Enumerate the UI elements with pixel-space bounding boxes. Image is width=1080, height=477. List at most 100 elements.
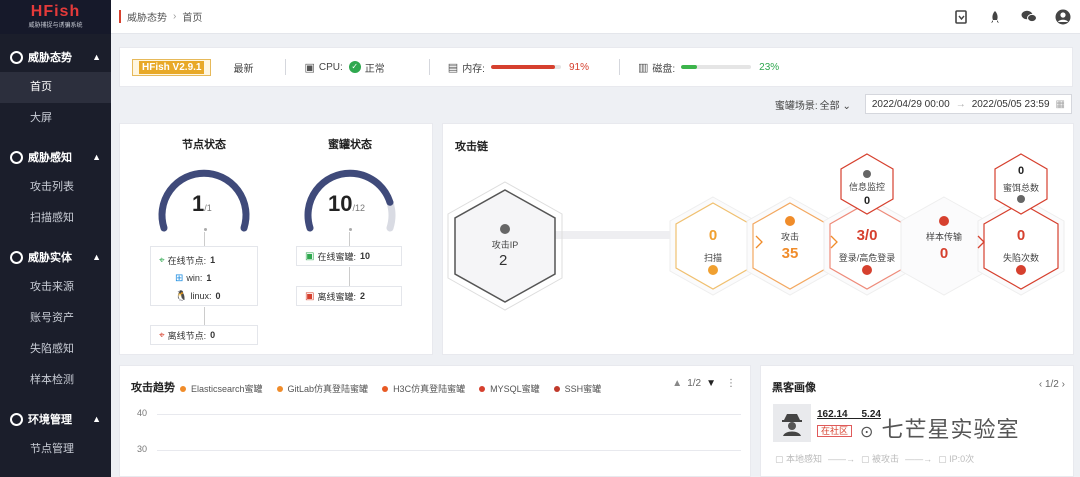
date-range-picker[interactable]: 2022/04/29 00:00 → 2022/05/05 23:59 ▦ [864,94,1072,114]
topbar: 威胁态势 › 首页 [111,0,1080,34]
sidebar-item-scan-perception[interactable]: 扫描感知 [0,203,111,234]
more-icon[interactable]: ⋮ [726,378,736,389]
attack-ip-label: 攻击IP [491,240,519,250]
sidebar-item-attack-source[interactable]: 攻击来源 [0,272,111,303]
legend-label: SSH蜜罐 [564,384,602,394]
memory-label: 内存: [462,63,485,75]
memory-icon: ▤ [447,61,459,74]
nav-group-label: 威胁实体 [28,252,72,264]
honeypot-gauge-value: 10/12 [328,191,365,216]
legend-dot [276,385,283,392]
user-avatar-icon[interactable] [1046,0,1080,34]
sidebar-item-home[interactable]: 首页 [0,72,111,103]
scan-value: 0 [708,227,718,244]
memory-percent: 91% [568,61,589,73]
logo-subtitle: 威胁捕捉与诱骗系统 [28,23,83,29]
chevron-left-icon: ‹ [1038,379,1043,390]
hacker-tag: 在社区 [817,424,853,437]
sidebar-item-sample-check[interactable]: 样本检测 [0,365,111,396]
node-status-title: 节点状态 [182,139,226,151]
divider [618,59,620,75]
date-to[interactable]: 2022/05/05 23:59 [972,99,1050,110]
sidebar-item-bigscreen[interactable]: 大屏 [0,103,111,134]
version-badge: HFish V2.9.1 [132,58,212,76]
scene-select[interactable]: 全部 ⌄ [820,97,851,112]
node-gauge-value: 1/1 [192,191,212,216]
sidebar-item-attack-list[interactable]: 攻击列表 [0,172,111,203]
sidebar-item-node-management[interactable]: 节点管理 [0,434,111,465]
document-icon[interactable] [944,0,978,34]
disk-status: ▥ 磁盘: 23% [638,60,779,75]
attack-value: 35 [781,245,799,262]
nav-group-label: 威胁感知 [28,152,72,164]
sidebar-item-account-assets[interactable]: 账号资产 [0,303,111,334]
honeypot-icon: ▣ [305,250,315,262]
honeypot-icon: ▣ [305,290,315,302]
flow-step: ▢ IP:0次 [938,454,975,464]
chevron-up-icon: ▲ [92,52,101,62]
y-tick: 40 [137,408,148,418]
intel-monitor-label: 信息监控 [848,182,885,192]
legend-dot [479,385,486,392]
legend-item[interactable]: MYSQL蜜罐 [479,382,540,395]
memory-status: ▤ 内存: 91% [448,60,589,75]
nav-group-env-management[interactable]: 环境管理 ▲ [0,404,111,434]
legend-item[interactable]: H3C仿真登陆蜜罐 [382,382,465,395]
login-label: 登录/高危登录 [838,253,896,263]
intel-monitor-value: 0 [863,195,871,207]
hacker-flow: ▢ 本地感知 ——→ ▢ 被攻击 ——→ ▢ IP:0次 [775,452,974,465]
nav-group-threat-perception[interactable]: 威胁感知 ▲ [0,142,111,172]
legend-dot [553,385,560,392]
nav-group-label: 环境管理 [28,414,72,426]
breadcrumb-parent[interactable]: 威胁态势 [127,9,167,24]
compromise-value: 0 [1016,227,1026,244]
hacker-avatar[interactable] [773,404,811,442]
sample-transfer-value: 0 [939,245,949,262]
nav-group-threat-entity[interactable]: 威胁实体 ▲ [0,242,111,272]
filter-row: 蜜罐场景: 全部 ⌄ 2022/04/29 00:00 → 2022/05/05… [775,94,1072,114]
nav-group-label: 威胁态势 [28,52,72,64]
hacker-pager[interactable]: ‹ 1/2 › [1039,379,1065,390]
chevron-up-icon: ▲ [92,414,101,424]
online-node-box: ⌖ 在线节点: 1 ⊞ win: 1 🐧 linux: 0 [150,246,258,306]
legend-item[interactable]: Elasticsearch蜜罐 [180,382,263,395]
wechat-icon[interactable] [1012,0,1046,34]
trend-legend: Elasticsearch蜜罐 GitLab仿真登陆蜜罐 H3C仿真登陆蜜罐 MYSQ… [180,382,615,395]
cpu-status-text: 正常 [364,63,385,75]
offline-honeypot-box: ▣ 离线蜜罐: 2 [296,286,402,306]
legend-item[interactable]: SSH蜜罐 [553,382,602,395]
legend-label: MYSQL蜜罐 [490,384,540,394]
windows-icon: ⊞ [175,272,184,284]
disk-bar [681,65,752,69]
chevron-up-icon: ▲ [92,152,101,162]
cpu-label: CPU: [318,61,343,73]
date-from[interactable]: 2022/04/29 00:00 [872,99,950,110]
memory-bar [490,65,561,69]
location-pin-icon: ⌖ [159,254,165,266]
watermark: ⊙ 七芒星实验室 [860,417,1020,442]
gridline [157,450,741,451]
triangle-up-icon[interactable]: ▲ [672,378,682,389]
radar-icon [10,150,23,164]
legend-pager: ▲ 1/2 ▼ ⋮ [672,378,736,389]
scene-label: 蜜罐场景: [774,100,818,112]
attack-label: 攻击 [780,232,799,242]
arrow-right-icon: → [955,98,966,110]
breadcrumb-marker [119,10,121,23]
location-pin-icon: ⌖ [159,329,165,341]
chevron-right-icon: › [173,11,177,22]
hacker-profile-title: 黑客画像 [772,382,816,394]
calendar-icon[interactable]: ▦ [1056,99,1065,110]
offline-node-box: ⌖ 离线节点: 0 [150,325,258,345]
bait-total-value: 0 [1017,165,1025,177]
status-panel: 节点状态 1/1 ⌖ 在线节点: 1 ⊞ win: 1 🐧 linux: 0 ⌖ 离线节点: 0… [119,123,433,355]
check-icon: ✓ [348,61,361,73]
honeypot-status-title: 蜜罐状态 [328,139,372,151]
rocket-icon[interactable] [978,0,1012,34]
legend-item[interactable]: GitLab仿真登陆蜜罐 [276,382,368,395]
triangle-down-icon[interactable]: ▼ [706,378,716,389]
sidebar-item-compromise[interactable]: 失陷感知 [0,334,111,365]
bait-total-label: 蜜饵总数 [1002,183,1039,193]
nav-group-threat-situation[interactable]: 威胁态势 ▲ [0,42,111,72]
chevron-up-icon: ▲ [92,252,101,262]
